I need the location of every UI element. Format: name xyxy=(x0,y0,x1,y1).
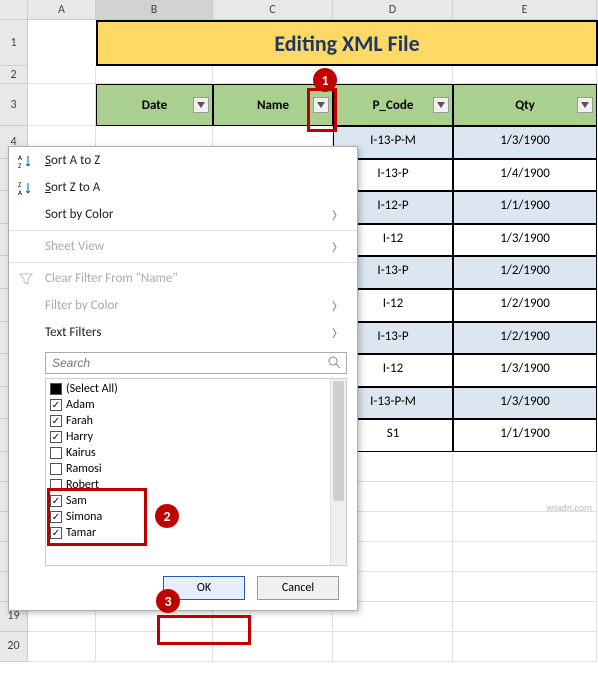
cell-qty[interactable]: 1/2/1900 xyxy=(453,322,597,355)
filter-option-label: (Select All) xyxy=(66,382,118,396)
svg-text:Z: Z xyxy=(18,161,22,169)
filter-option-label: Farah xyxy=(66,414,93,428)
checkbox-icon xyxy=(50,399,62,411)
cell-qty[interactable]: 1/3/1900 xyxy=(453,387,597,420)
callout-1-box xyxy=(307,88,337,132)
clear-filter: Clear Filter From "Name" xyxy=(9,265,357,292)
column-header-row: A B C D E xyxy=(0,0,598,20)
callout-3-box xyxy=(157,615,251,645)
callout-2-tag: 2 xyxy=(155,504,179,528)
sort-az-icon: AZ xyxy=(17,152,35,170)
cell-qty[interactable]: 1/2/1900 xyxy=(453,256,597,289)
checkbox-icon xyxy=(50,383,62,395)
text-filters-label: Text Filters xyxy=(45,325,101,340)
checklist-scrollbar[interactable] xyxy=(330,379,346,565)
filter-option-label: Ramosi xyxy=(66,462,102,476)
cell-qty[interactable]: 1/3/1900 xyxy=(453,224,597,257)
cell-qty[interactable]: 1/3/1900 xyxy=(453,354,597,387)
filter-option[interactable]: (Select All) xyxy=(50,381,326,397)
col-D[interactable]: D xyxy=(333,0,453,19)
chevron-right-icon: 〉 xyxy=(332,239,343,255)
cancel-button[interactable]: Cancel xyxy=(257,576,339,600)
chevron-right-icon: 〉 xyxy=(332,298,343,314)
row-3[interactable]: 3 xyxy=(0,84,28,126)
svg-text:A: A xyxy=(18,188,23,196)
cell-qty[interactable]: 1/4/1900 xyxy=(453,159,597,192)
select-all-corner[interactable] xyxy=(0,0,28,19)
filter-button-qty[interactable] xyxy=(577,97,593,113)
filter-option[interactable]: Kairus xyxy=(50,445,326,461)
col-B[interactable]: B xyxy=(96,0,213,19)
text-filters[interactable]: Text Filters 〉 xyxy=(9,319,357,346)
page-title: Editing XML File xyxy=(96,20,598,66)
sort-za-icon: ZA xyxy=(17,179,35,197)
filter-button-date[interactable] xyxy=(193,97,209,113)
sort-az[interactable]: AZ Sort A to Z xyxy=(9,147,357,174)
filter-option[interactable]: Farah xyxy=(50,413,326,429)
watermark: wsxdn.com xyxy=(547,501,592,514)
col-E[interactable]: E xyxy=(453,0,597,19)
checkbox-icon xyxy=(50,415,62,427)
sort-by-color-label: Sort by Color xyxy=(45,207,113,222)
col-C[interactable]: C xyxy=(213,0,333,19)
sort-za-label: ort Z to A xyxy=(51,180,100,195)
row-2[interactable]: 2 xyxy=(0,66,28,84)
filter-by-color: Filter by Color 〉 xyxy=(9,292,357,319)
cell-qty[interactable]: 1/2/1900 xyxy=(453,289,597,322)
filter-option-label: Adam xyxy=(66,398,95,412)
checkbox-icon xyxy=(50,431,62,443)
header-name-label: Name xyxy=(257,98,289,113)
sheet-view: Sheet View 〉 xyxy=(9,233,357,260)
chevron-right-icon: 〉 xyxy=(332,325,343,341)
callout-2-box xyxy=(47,488,147,546)
header-qty: Qty xyxy=(453,84,597,126)
filter-option[interactable]: Ramosi xyxy=(50,461,326,477)
funnel-icon xyxy=(17,270,35,288)
callout-3-tag: 3 xyxy=(156,589,180,613)
filter-search-input[interactable] xyxy=(45,352,347,374)
row-20[interactable]: 20 xyxy=(0,632,28,662)
sort-az-label: ort A to Z xyxy=(51,153,100,168)
filter-option[interactable]: Harry xyxy=(50,429,326,445)
filter-button-pcode[interactable] xyxy=(433,97,449,113)
header-date: Date xyxy=(96,84,213,126)
sort-by-color[interactable]: Sort by Color 〉 xyxy=(9,201,357,228)
checkbox-icon xyxy=(50,447,62,459)
header-date-label: Date xyxy=(142,98,167,113)
cell-qty[interactable]: 1/1/1900 xyxy=(453,191,597,224)
cell-qty[interactable]: 1/3/1900 xyxy=(453,126,597,159)
cell-qty[interactable]: 1/1/1900 xyxy=(453,419,597,452)
callout-1-tag: 1 xyxy=(313,68,337,92)
search-icon xyxy=(328,356,342,370)
header-pcode: P_Code xyxy=(333,84,453,126)
chevron-right-icon: 〉 xyxy=(332,207,343,223)
checkbox-icon xyxy=(50,463,62,475)
sort-za[interactable]: ZA Sort Z to A xyxy=(9,174,357,201)
row-1[interactable]: 1 xyxy=(0,20,28,66)
header-pcode-label: P_Code xyxy=(373,98,414,113)
header-qty-label: Qty xyxy=(515,98,535,113)
filter-option-label: Harry xyxy=(66,430,93,444)
col-A[interactable]: A xyxy=(28,0,96,19)
filter-option-label: Kairus xyxy=(66,446,96,460)
filter-option[interactable]: Adam xyxy=(50,397,326,413)
